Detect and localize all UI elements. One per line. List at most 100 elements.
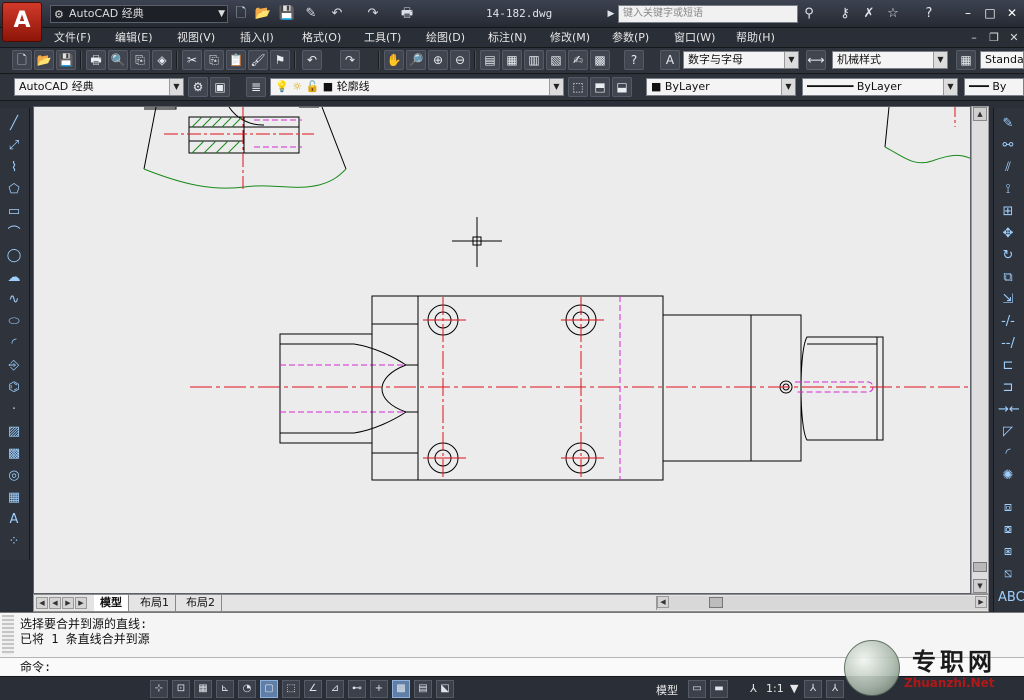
region-icon[interactable]: ◎ (4, 466, 24, 486)
draworder-back-icon[interactable]: ⧇ (998, 520, 1018, 540)
text-style-icon[interactable]: A (660, 50, 680, 70)
save-icon[interactable]: 💾 (56, 50, 76, 70)
text-style-select[interactable]: 数字与字母 ▼ (683, 51, 799, 69)
save-icon[interactable]: 💾 (278, 5, 296, 23)
grid-toggle[interactable]: ▦ (194, 680, 212, 698)
polyline-icon[interactable]: ⌇ (4, 158, 24, 178)
undo-icon[interactable]: ↶ (328, 5, 346, 23)
horizontal-scrollbar[interactable]: ◀ ▶ (656, 596, 988, 610)
menu-draw[interactable]: 绘图(D) (426, 30, 465, 46)
layer-previous-icon[interactable]: ⬒ (590, 77, 610, 97)
redo-icon[interactable]: ↷ (364, 5, 382, 23)
draworder-above-icon[interactable]: ⧆ (998, 542, 1018, 562)
help-icon[interactable]: ? (624, 50, 644, 70)
vertical-scroll-thumb[interactable] (973, 562, 987, 572)
gradient-icon[interactable]: ▩ (4, 444, 24, 464)
plot-icon[interactable]: 🖶 (86, 50, 106, 70)
first-tab-button[interactable]: ◀ (36, 597, 48, 609)
mirror-icon[interactable]: ⫽ (998, 158, 1018, 178)
table-icon[interactable]: ▦ (4, 488, 24, 508)
last-tab-button[interactable]: ▶ (75, 597, 87, 609)
menu-format[interactable]: 格式(O) (302, 30, 341, 46)
ellipse-arc-icon[interactable]: ◜ (4, 334, 24, 354)
line-icon[interactable]: ╱ (4, 114, 24, 134)
offset-icon[interactable]: ⟟ (998, 180, 1018, 200)
pan-icon[interactable]: ✋ (384, 50, 404, 70)
undo-icon[interactable]: ↶ (302, 50, 322, 70)
ellipse-icon[interactable]: ⬭ (4, 312, 24, 332)
add-selected-icon[interactable]: ⁘ (4, 532, 24, 552)
minimize-button[interactable]: – (958, 4, 978, 22)
exchange-icon[interactable]: ✗ (860, 5, 878, 23)
polygon-icon[interactable]: ⬠ (4, 180, 24, 200)
zoom-previous-icon[interactable]: ⊖ (450, 50, 470, 70)
copy-icon[interactable]: ⎘ (204, 50, 224, 70)
construction-line-icon[interactable]: ⤢ (4, 136, 24, 156)
menu-parameter[interactable]: 参数(P) (612, 30, 649, 46)
menu-modify[interactable]: 修改(M) (550, 30, 590, 46)
rectangle-icon[interactable]: ▭ (4, 202, 24, 222)
ducs-toggle[interactable]: ⊿ (326, 680, 344, 698)
table-style-select[interactable]: Standa (980, 51, 1024, 69)
draworder-below-icon[interactable]: ⧅ (998, 564, 1018, 584)
menu-insert[interactable]: 插入(I) (240, 30, 274, 46)
break-at-point-icon[interactable]: ⊏ (998, 356, 1018, 376)
markup-icon[interactable]: ✍ (568, 50, 588, 70)
tool-palettes-icon[interactable]: ▥ (524, 50, 544, 70)
scroll-right-button[interactable]: ▶ (975, 596, 987, 608)
maximize-button[interactable]: □ (980, 4, 1000, 22)
scroll-down-button[interactable]: ▼ (973, 579, 987, 593)
drawing-canvas[interactable] (33, 106, 971, 594)
chamfer-icon[interactable]: ◸ (998, 422, 1018, 442)
horizontal-scroll-thumb[interactable] (709, 597, 723, 608)
scale-icon[interactable]: ⧉ (998, 268, 1018, 288)
revision-cloud-icon[interactable]: ☁ (4, 268, 24, 288)
menu-help[interactable]: 帮助(H) (736, 30, 775, 46)
annotation-scale-value[interactable]: 1:1 (766, 682, 784, 695)
make-current-layer-icon[interactable]: ⬚ (568, 77, 588, 97)
infocenter-search-input[interactable]: 键入关键字或短语 (618, 5, 798, 23)
rotate-icon[interactable]: ↻ (998, 246, 1018, 266)
menu-view[interactable]: 视图(V) (177, 30, 215, 46)
saveas-icon[interactable]: ✎ (302, 5, 320, 23)
ortho-toggle[interactable]: ⊾ (216, 680, 234, 698)
quickcalc-icon[interactable]: ▩ (590, 50, 610, 70)
plot-icon[interactable]: 🖶 (398, 5, 416, 23)
previous-tab-button[interactable]: ◀ (49, 597, 61, 609)
dyn-toggle[interactable]: ⊷ (348, 680, 366, 698)
menu-tools[interactable]: 工具(T) (364, 30, 401, 46)
zoom-window-icon[interactable]: ⊕ (428, 50, 448, 70)
lineweight-select[interactable]: ━━━ By (964, 78, 1024, 96)
arc-icon[interactable]: ⌒ (4, 224, 24, 244)
open-icon[interactable]: 📂 (254, 5, 272, 23)
sheet-set-icon[interactable]: ▧ (546, 50, 566, 70)
otrack-toggle[interactable]: ∠ (304, 680, 322, 698)
workspace-settings-icon[interactable]: ▣ (210, 77, 230, 97)
polar-toggle[interactable]: ◔ (238, 680, 256, 698)
help-icon[interactable]: ? (920, 5, 938, 23)
explode-icon[interactable]: ✺ (998, 466, 1018, 486)
menu-edit[interactable]: 编辑(E) (115, 30, 153, 46)
insert-block-icon[interactable]: ⎆ (4, 356, 24, 376)
menu-file[interactable]: 文件(F) (54, 30, 91, 46)
redo-icon[interactable]: ↷ (340, 50, 360, 70)
application-menu-button[interactable]: A (2, 2, 42, 42)
circle-icon[interactable]: ◯ (4, 246, 24, 266)
3dosnap-toggle[interactable]: ⬚ (282, 680, 300, 698)
next-tab-button[interactable]: ▶ (62, 597, 74, 609)
new-icon[interactable]: 🗋 (232, 5, 250, 23)
annotation-visibility-icon[interactable]: ⅄ (804, 680, 822, 698)
fillet-icon[interactable]: ◜ (998, 444, 1018, 464)
layer-properties-icon[interactable]: ≣ (246, 77, 266, 97)
gear-icon[interactable]: ⚙ (188, 77, 208, 97)
drawing-minimize-button[interactable]: – (966, 30, 982, 46)
mtext-icon[interactable]: A (4, 510, 24, 530)
open-icon[interactable]: 📂 (34, 50, 54, 70)
move-icon[interactable]: ✥ (998, 224, 1018, 244)
command-window-grip[interactable] (2, 615, 14, 655)
star-icon[interactable]: ☆ (884, 5, 902, 23)
tab-layout2[interactable]: 布局2 (180, 595, 222, 611)
join-icon[interactable]: →← (998, 400, 1020, 420)
cut-icon[interactable]: ✂ (182, 50, 202, 70)
3d-dwf-icon[interactable]: ◈ (152, 50, 172, 70)
